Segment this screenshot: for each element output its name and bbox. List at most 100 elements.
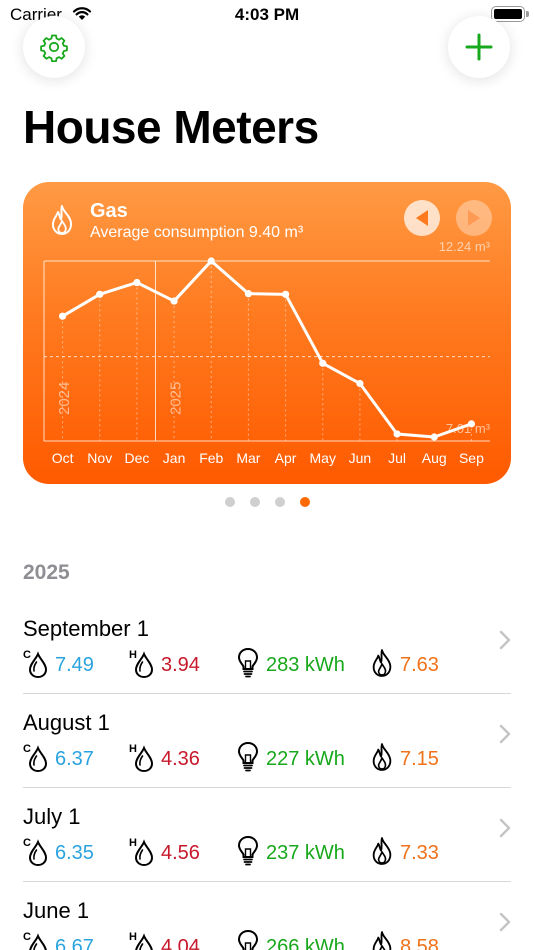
chevron-right-icon — [499, 912, 511, 937]
year-label: 2024 — [56, 382, 73, 415]
data-point — [393, 430, 401, 438]
hot-water-reading: H 4.36 — [129, 742, 200, 776]
gas-chart-card[interactable]: Gas Average consumption 9.40 m³ 2024 2025… — [23, 182, 511, 484]
x-tick-label: Apr — [275, 450, 297, 466]
battery-icon — [491, 6, 529, 22]
lightbulb-icon — [236, 647, 260, 684]
gear-icon — [40, 34, 68, 62]
svg-text:H: H — [129, 931, 137, 943]
gas-value: 8.58 — [400, 935, 439, 950]
flame-icon — [370, 836, 394, 871]
hot-water-reading: H 4.56 — [129, 836, 200, 870]
svg-text:C: C — [23, 837, 31, 849]
page-title: House Meters — [23, 101, 319, 153]
gas-value: 7.33 — [400, 841, 439, 864]
cold-water-icon: C — [23, 742, 49, 777]
plus-icon — [465, 33, 493, 61]
reading-row[interactable]: July 1 C 6.35 H 4.56 237 kWh 7.33 — [23, 788, 511, 882]
x-tick-label: Sep — [459, 450, 484, 466]
chevron-right-icon — [499, 630, 511, 655]
series-line — [61, 259, 472, 439]
svg-text:H: H — [129, 649, 137, 661]
page-dot[interactable] — [249, 497, 260, 507]
page-indicator[interactable] — [0, 497, 534, 507]
cold-water-value: 6.35 — [55, 841, 94, 864]
hot-water-value: 4.36 — [161, 747, 200, 770]
data-point — [281, 290, 290, 298]
reading-date: July 1 — [23, 804, 81, 829]
hot-water-icon: H — [129, 930, 155, 950]
page-dot[interactable] — [224, 497, 235, 507]
gas-value: 7.63 — [400, 653, 439, 676]
clock: 4:03 PM — [234, 5, 300, 24]
x-tick-label: Dec — [124, 450, 149, 466]
cold-water-reading: C 6.37 — [23, 742, 94, 776]
electricity-value: 283 kWh — [266, 653, 345, 676]
min-value-label: 7.01 m³ — [446, 421, 491, 436]
screen: Carrier 4:03 PM House Meters Gas Average… — [0, 0, 534, 950]
add-reading-button[interactable] — [448, 16, 510, 78]
settings-button[interactable] — [23, 16, 85, 78]
chart-frame — [43, 260, 490, 442]
electricity-reading: 237 kWh — [236, 835, 345, 872]
page-dot[interactable] — [274, 497, 285, 507]
svg-text:C: C — [23, 743, 31, 755]
svg-text:C: C — [23, 649, 31, 661]
reading-date: September 1 — [23, 616, 149, 641]
reading-row[interactable]: September 1 C 7.49 H 3.94 283 kWh 7.63 — [23, 600, 511, 694]
reading-date: August 1 — [23, 710, 110, 735]
data-point — [319, 359, 327, 367]
gas-reading: 7.63 — [370, 648, 439, 682]
year-header: 2025 — [23, 561, 70, 584]
electricity-reading: 227 kWh — [236, 741, 345, 776]
electricity-value: 227 kWh — [266, 747, 345, 770]
data-point — [58, 312, 67, 320]
x-tick-label: Jun — [349, 450, 372, 466]
electricity-reading: 283 kWh — [236, 647, 345, 684]
x-tick-label: Feb — [199, 450, 223, 466]
max-value-label: 12.24 m³ — [439, 239, 491, 254]
data-point — [170, 297, 178, 305]
hot-water-value: 4.04 — [161, 935, 200, 950]
data-point — [96, 290, 104, 298]
hot-water-reading: H 3.94 — [129, 648, 200, 682]
electricity-reading: 266 kWh — [236, 929, 345, 950]
cold-water-reading: C 6.35 — [23, 836, 94, 870]
reading-row[interactable]: August 1 C 6.37 H 4.36 227 kWh 7.15 — [23, 694, 511, 788]
data-point — [356, 379, 364, 388]
cold-water-reading: C 7.49 — [23, 648, 94, 682]
electricity-value: 237 kWh — [266, 841, 345, 864]
x-tick-label: Jan — [163, 450, 186, 466]
data-point — [244, 290, 253, 298]
x-tick-label: Oct — [52, 450, 74, 466]
flame-icon — [370, 930, 394, 950]
gas-value: 7.15 — [400, 747, 439, 770]
reading-row[interactable]: June 1 C 6.67 H 4.04 266 kWh 8.58 — [23, 882, 511, 950]
hot-water-icon: H — [129, 742, 155, 777]
cold-water-reading: C 6.67 — [23, 930, 94, 950]
lightbulb-icon — [236, 835, 260, 872]
cold-water-value: 6.67 — [55, 935, 94, 950]
status-bar: Carrier 4:03 PM — [0, 0, 534, 30]
hot-water-value: 4.56 — [161, 841, 200, 864]
year-label: 2025 — [168, 382, 185, 415]
data-point — [207, 257, 215, 265]
data-point — [133, 278, 141, 287]
svg-text:H: H — [129, 743, 137, 755]
gas-reading: 7.15 — [370, 742, 439, 776]
gas-reading: 7.33 — [370, 836, 439, 870]
cold-water-value: 6.37 — [55, 747, 94, 770]
cold-water-icon: C — [23, 648, 49, 683]
gas-reading: 8.58 — [370, 930, 439, 950]
x-tick-label: Jul — [388, 450, 406, 466]
page-dot[interactable] — [299, 497, 310, 507]
x-tick-label: Aug — [422, 450, 447, 466]
chevron-right-icon — [499, 818, 511, 843]
electricity-value: 266 kWh — [266, 935, 345, 950]
chevron-right-icon — [499, 724, 511, 749]
data-point — [430, 433, 438, 441]
flame-icon — [370, 742, 394, 777]
reading-date: June 1 — [23, 898, 90, 923]
consumption-line-chart: 2024 2025 Oct Nov Dec Jan Feb Mar Apr May Jun Jul Au… — [43, 239, 491, 466]
lightbulb-icon — [236, 929, 260, 950]
